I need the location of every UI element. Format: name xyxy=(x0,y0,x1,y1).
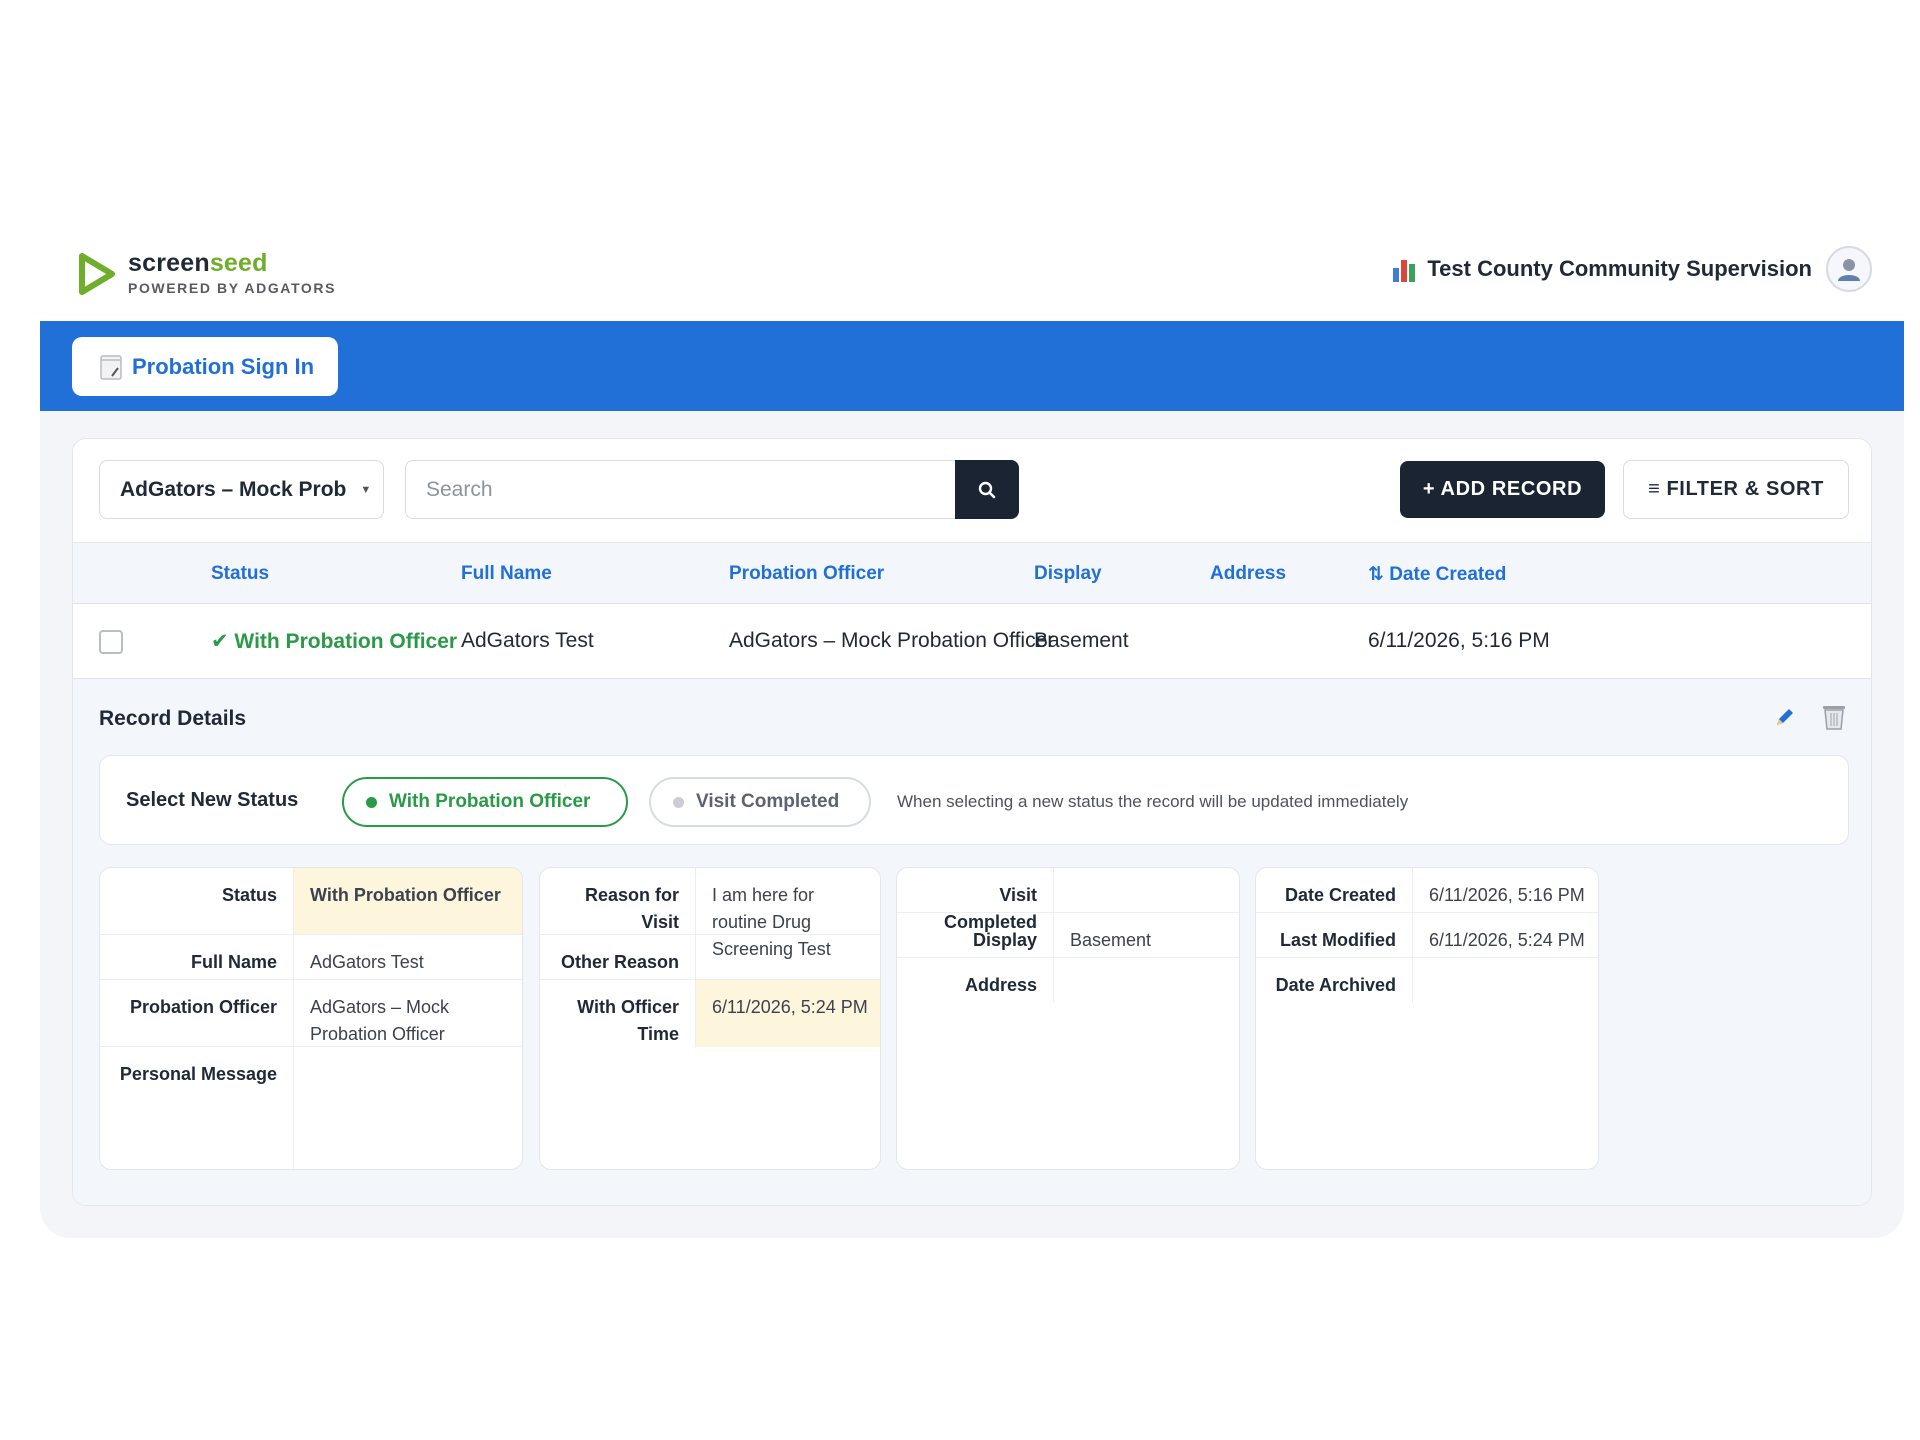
details-panel-visit: Reason for Visit I am here for routine D… xyxy=(539,867,881,1170)
field-date-created: Date Created 6/11/2026, 5:16 PM xyxy=(1256,868,1598,913)
select-status-label: Select New Status xyxy=(126,789,299,811)
row-status: ✔ With Probation Officer xyxy=(211,630,458,653)
status-option-with-officer[interactable]: With Probation Officer xyxy=(342,777,628,827)
status-selector: Select New Status With Probation Officer… xyxy=(99,755,1849,845)
search-icon xyxy=(978,481,996,498)
field-visit-completed: Visit Completed xyxy=(897,868,1239,932)
search-input[interactable] xyxy=(405,460,955,519)
user-avatar[interactable] xyxy=(1826,246,1872,292)
location-select[interactable]: AdGators – Mock Prob ▼ xyxy=(99,460,384,519)
trash-icon[interactable] xyxy=(1821,703,1847,731)
play-logo-icon xyxy=(79,253,115,295)
notepad-icon xyxy=(100,354,122,380)
app-window: screenseed POWERED BY ADGATORS Test Coun… xyxy=(40,222,1904,1238)
col-status[interactable]: Status xyxy=(211,563,269,585)
col-probation-officer[interactable]: Probation Officer xyxy=(729,563,884,585)
org-name: Test County Community Supervision xyxy=(1427,256,1812,281)
field-last-modified: Last Modified 6/11/2026, 5:24 PM xyxy=(1256,913,1598,958)
field-date-archived: Date Archived xyxy=(1256,958,1598,1003)
field-address: Address xyxy=(897,958,1239,1003)
top-bar: screenseed POWERED BY ADGATORS Test Coun… xyxy=(40,222,1904,321)
field-other-reason: Other Reason xyxy=(540,935,880,980)
caret-down-icon: ▼ xyxy=(360,483,372,496)
status-option-visit-completed[interactable]: Visit Completed xyxy=(649,777,871,827)
user-icon xyxy=(1838,259,1860,281)
col-display[interactable]: Display xyxy=(1034,563,1102,585)
nav-bar: Probation Sign In xyxy=(40,321,1904,411)
search-button[interactable] xyxy=(955,460,1019,519)
field-personal-message: Personal Message xyxy=(100,1047,522,1169)
field-with-officer-time: With Officer Time 6/11/2026, 5:24 PM xyxy=(540,980,880,1047)
org-area: Test County Community Supervision xyxy=(1393,246,1872,292)
table-row[interactable]: ✔ With Probation Officer AdGators Test A… xyxy=(73,604,1871,679)
field-full-name: Full Name AdGators Test xyxy=(100,935,522,980)
bar-chart-icon xyxy=(1393,256,1419,282)
col-address[interactable]: Address xyxy=(1210,563,1286,585)
records-card: AdGators – Mock Prob ▼ + ADD RECORD ≡ FI… xyxy=(72,438,1872,1206)
table-header: Status Full Name Probation Officer Displ… xyxy=(73,542,1871,604)
row-officer: AdGators – Mock Probation Officer xyxy=(729,629,1055,652)
col-full-name[interactable]: Full Name xyxy=(461,563,552,585)
status-dot-icon xyxy=(673,796,684,808)
row-full-name: AdGators Test xyxy=(461,629,594,652)
details-panel-dates: Date Created 6/11/2026, 5:16 PM Last Mod… xyxy=(1255,867,1599,1170)
field-reason-for-visit: Reason for Visit I am here for routine D… xyxy=(540,868,880,959)
brand-name: screenseed xyxy=(128,249,268,277)
status-dot-icon xyxy=(366,796,377,808)
field-status: Status With Probation Officer xyxy=(100,868,522,935)
edit-pencil-icon[interactable] xyxy=(1773,705,1797,729)
add-record-button[interactable]: + ADD RECORD xyxy=(1400,461,1605,518)
details-title: Record Details xyxy=(99,707,247,730)
record-details: Record Details Select New Status With Pr… xyxy=(73,679,1871,1205)
row-display: Basement xyxy=(1034,629,1129,652)
tab-label: Probation Sign In xyxy=(132,353,315,379)
row-checkbox[interactable] xyxy=(99,630,123,654)
toolbar: AdGators – Mock Prob ▼ + ADD RECORD ≡ FI… xyxy=(73,439,1871,542)
field-display: Display Basement xyxy=(897,913,1239,958)
col-date-created[interactable]: ⇅ Date Created xyxy=(1368,563,1506,586)
brand-tagline: POWERED BY ADGATORS xyxy=(128,280,337,296)
filter-sort-button[interactable]: ≡ FILTER & SORT xyxy=(1623,460,1849,519)
tab-probation-sign-in[interactable]: Probation Sign In xyxy=(72,337,338,396)
details-panel-person: Status With Probation Officer Full Name … xyxy=(99,867,523,1170)
details-panel-location: Visit Completed Display Basement Address xyxy=(896,867,1240,1170)
logo[interactable]: screenseed POWERED BY ADGATORS xyxy=(76,248,336,296)
select-value: AdGators – Mock Prob xyxy=(120,477,347,501)
status-note: When selecting a new status the record w… xyxy=(897,792,1409,811)
field-probation-officer: Probation Officer AdGators – Mock Probat… xyxy=(100,980,522,1047)
row-date-created: 6/11/2026, 5:16 PM xyxy=(1368,629,1550,652)
